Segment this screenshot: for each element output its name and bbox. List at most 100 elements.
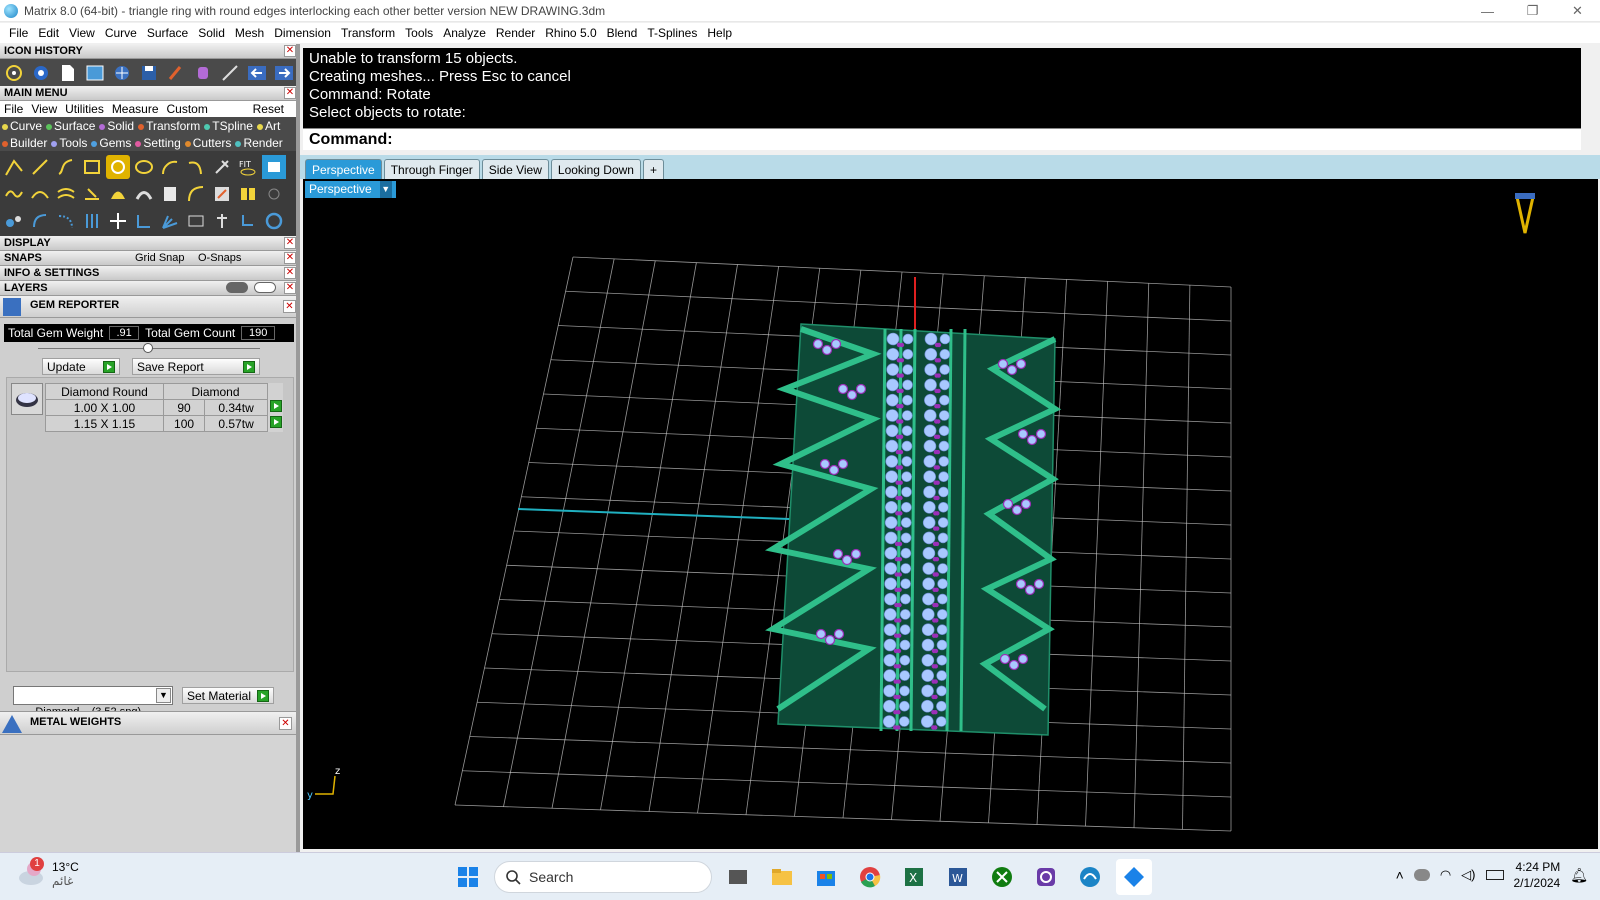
menu-edit[interactable]: Edit	[33, 26, 64, 40]
close-icon[interactable]: ✕	[284, 282, 296, 294]
polyline-icon[interactable]	[2, 155, 26, 179]
rotate-curve-icon[interactable]	[28, 209, 52, 233]
menu-blend[interactable]: Blend	[602, 26, 643, 40]
chevron-up-icon[interactable]: ˄	[1396, 867, 1404, 883]
search-box[interactable]: Search	[494, 861, 712, 893]
command-scrollbar[interactable]	[1583, 48, 1600, 150]
teams-icon[interactable]	[1028, 859, 1064, 895]
main-menu-file[interactable]: File	[0, 102, 27, 116]
menu-help[interactable]: Help	[702, 26, 737, 40]
image-icon[interactable]	[83, 61, 107, 85]
offset-curve-icon[interactable]	[54, 182, 78, 206]
table-row[interactable]: 1.00 X 1.00 90 0.34tw	[45, 399, 283, 416]
chrome-icon[interactable]	[852, 859, 888, 895]
matrix-taskbar-icon[interactable]	[1072, 859, 1108, 895]
viewport-label[interactable]: Perspective ▼	[305, 181, 396, 198]
file-explorer-icon[interactable]	[764, 859, 800, 895]
category-cutters[interactable]: Cutters	[184, 136, 231, 150]
menu-rhino[interactable]: Rhino 5.0	[540, 26, 601, 40]
new-file-icon[interactable]	[56, 61, 80, 85]
menu-render[interactable]: Render	[491, 26, 540, 40]
close-button[interactable]: ✕	[1555, 0, 1600, 22]
arc-3pt-icon[interactable]	[184, 155, 208, 179]
spiral-icon[interactable]	[210, 155, 234, 179]
layer-visibility-icon[interactable]	[226, 282, 248, 293]
task-view-icon[interactable]	[720, 859, 756, 895]
chevron-down-icon[interactable]: ▼	[379, 181, 392, 198]
battery-icon[interactable]	[1485, 870, 1504, 880]
tab-perspective[interactable]: Perspective	[305, 159, 382, 179]
category-surface[interactable]: Surface	[46, 119, 95, 133]
close-icon[interactable]: ✕	[284, 87, 296, 99]
menu-file[interactable]: File	[4, 26, 33, 40]
add-tab-button[interactable]: +	[642, 159, 664, 179]
wifi-icon[interactable]: ◠	[1440, 867, 1451, 883]
points-icon[interactable]	[2, 209, 26, 233]
menu-dimension[interactable]: Dimension	[269, 26, 336, 40]
line-icon[interactable]	[28, 155, 52, 179]
close-icon[interactable]: ✕	[284, 237, 296, 249]
main-menu-custom[interactable]: Custom	[163, 102, 212, 116]
category-art[interactable]: Art	[256, 119, 280, 133]
perspective-viewport[interactable]: Perspective ▼ z y	[303, 179, 1598, 849]
array-icon[interactable]	[158, 209, 182, 233]
osnaps-toggle[interactable]: O-Snaps	[198, 251, 241, 266]
menu-tools[interactable]: Tools	[400, 26, 438, 40]
minimize-button[interactable]: —	[1465, 0, 1510, 22]
snaps-header[interactable]: SNAPS Grid Snap O-Snaps ✕	[0, 251, 300, 266]
circle-icon[interactable]	[106, 154, 130, 179]
mirror-icon[interactable]	[184, 209, 208, 233]
close-icon[interactable]: ✕	[284, 252, 296, 264]
metal-weights-header[interactable]: METAL WEIGHTS ✕	[0, 711, 300, 735]
chevron-down-icon[interactable]: ▼	[156, 688, 171, 703]
project-icon[interactable]	[210, 182, 234, 206]
category-tools[interactable]: Tools	[51, 136, 87, 150]
shell-icon[interactable]	[106, 182, 130, 206]
restore-button[interactable]: ❐	[1510, 0, 1555, 22]
table-row[interactable]: 1.15 X 1.15 100 0.57tw	[45, 415, 283, 432]
menu-mesh[interactable]: Mesh	[230, 26, 269, 40]
main-menu-measure[interactable]: Measure	[108, 102, 163, 116]
rail-icon[interactable]	[54, 209, 78, 233]
side-tool-icon[interactable]	[262, 182, 286, 206]
menu-curve[interactable]: Curve	[100, 26, 142, 40]
category-render[interactable]: Render	[235, 136, 283, 150]
command-input[interactable]: Command:	[303, 128, 1581, 150]
reset-button[interactable]: Reset	[249, 102, 300, 116]
close-icon[interactable]: ✕	[284, 45, 296, 57]
menu-analyze[interactable]: Analyze	[438, 26, 491, 40]
start-button[interactable]	[450, 859, 486, 895]
onedrive-icon[interactable]	[1413, 869, 1430, 881]
store-icon[interactable]	[808, 859, 844, 895]
category-setting[interactable]: Setting	[135, 136, 181, 150]
category-solid[interactable]: Solid	[99, 119, 134, 133]
category-builder[interactable]: Builder	[2, 136, 47, 150]
category-gems[interactable]: Gems	[91, 136, 131, 150]
word-icon[interactable]: W	[940, 859, 976, 895]
viewport-canvas[interactable]	[303, 179, 1598, 849]
ring-icon[interactable]	[262, 209, 286, 233]
category-transform[interactable]: Transform	[138, 119, 200, 133]
display-header[interactable]: DISPLAY ✕	[0, 236, 300, 251]
collapse-handle-icon[interactable]	[143, 343, 153, 353]
volume-icon[interactable]: ◁)	[1461, 867, 1475, 883]
scale-icon[interactable]	[132, 209, 156, 233]
set-material-button[interactable]: Set Material	[182, 687, 275, 704]
weather-widget[interactable]: 1 13°C غائم	[16, 857, 79, 889]
main-menu-utilities[interactable]: Utilities	[61, 102, 108, 116]
freeform-curve-icon[interactable]	[54, 155, 78, 179]
close-icon[interactable]: ✕	[283, 300, 296, 313]
info-settings-header[interactable]: INFO & SETTINGS ✕	[0, 266, 300, 281]
menu-solid[interactable]: Solid	[193, 26, 230, 40]
split-icon[interactable]	[236, 182, 260, 206]
tab-looking-down[interactable]: Looking Down	[550, 159, 641, 179]
menu-transform[interactable]: Transform	[336, 26, 400, 40]
cylinder-icon[interactable]	[191, 61, 215, 85]
sweep-icon[interactable]	[184, 182, 208, 206]
save-icon[interactable]	[137, 61, 161, 85]
extrude-icon[interactable]	[158, 182, 182, 206]
ellipse-icon[interactable]	[132, 155, 156, 179]
menu-surface[interactable]: Surface	[142, 26, 193, 40]
update-button[interactable]: Update	[42, 358, 120, 375]
save-report-button[interactable]: Save Report	[132, 358, 260, 375]
